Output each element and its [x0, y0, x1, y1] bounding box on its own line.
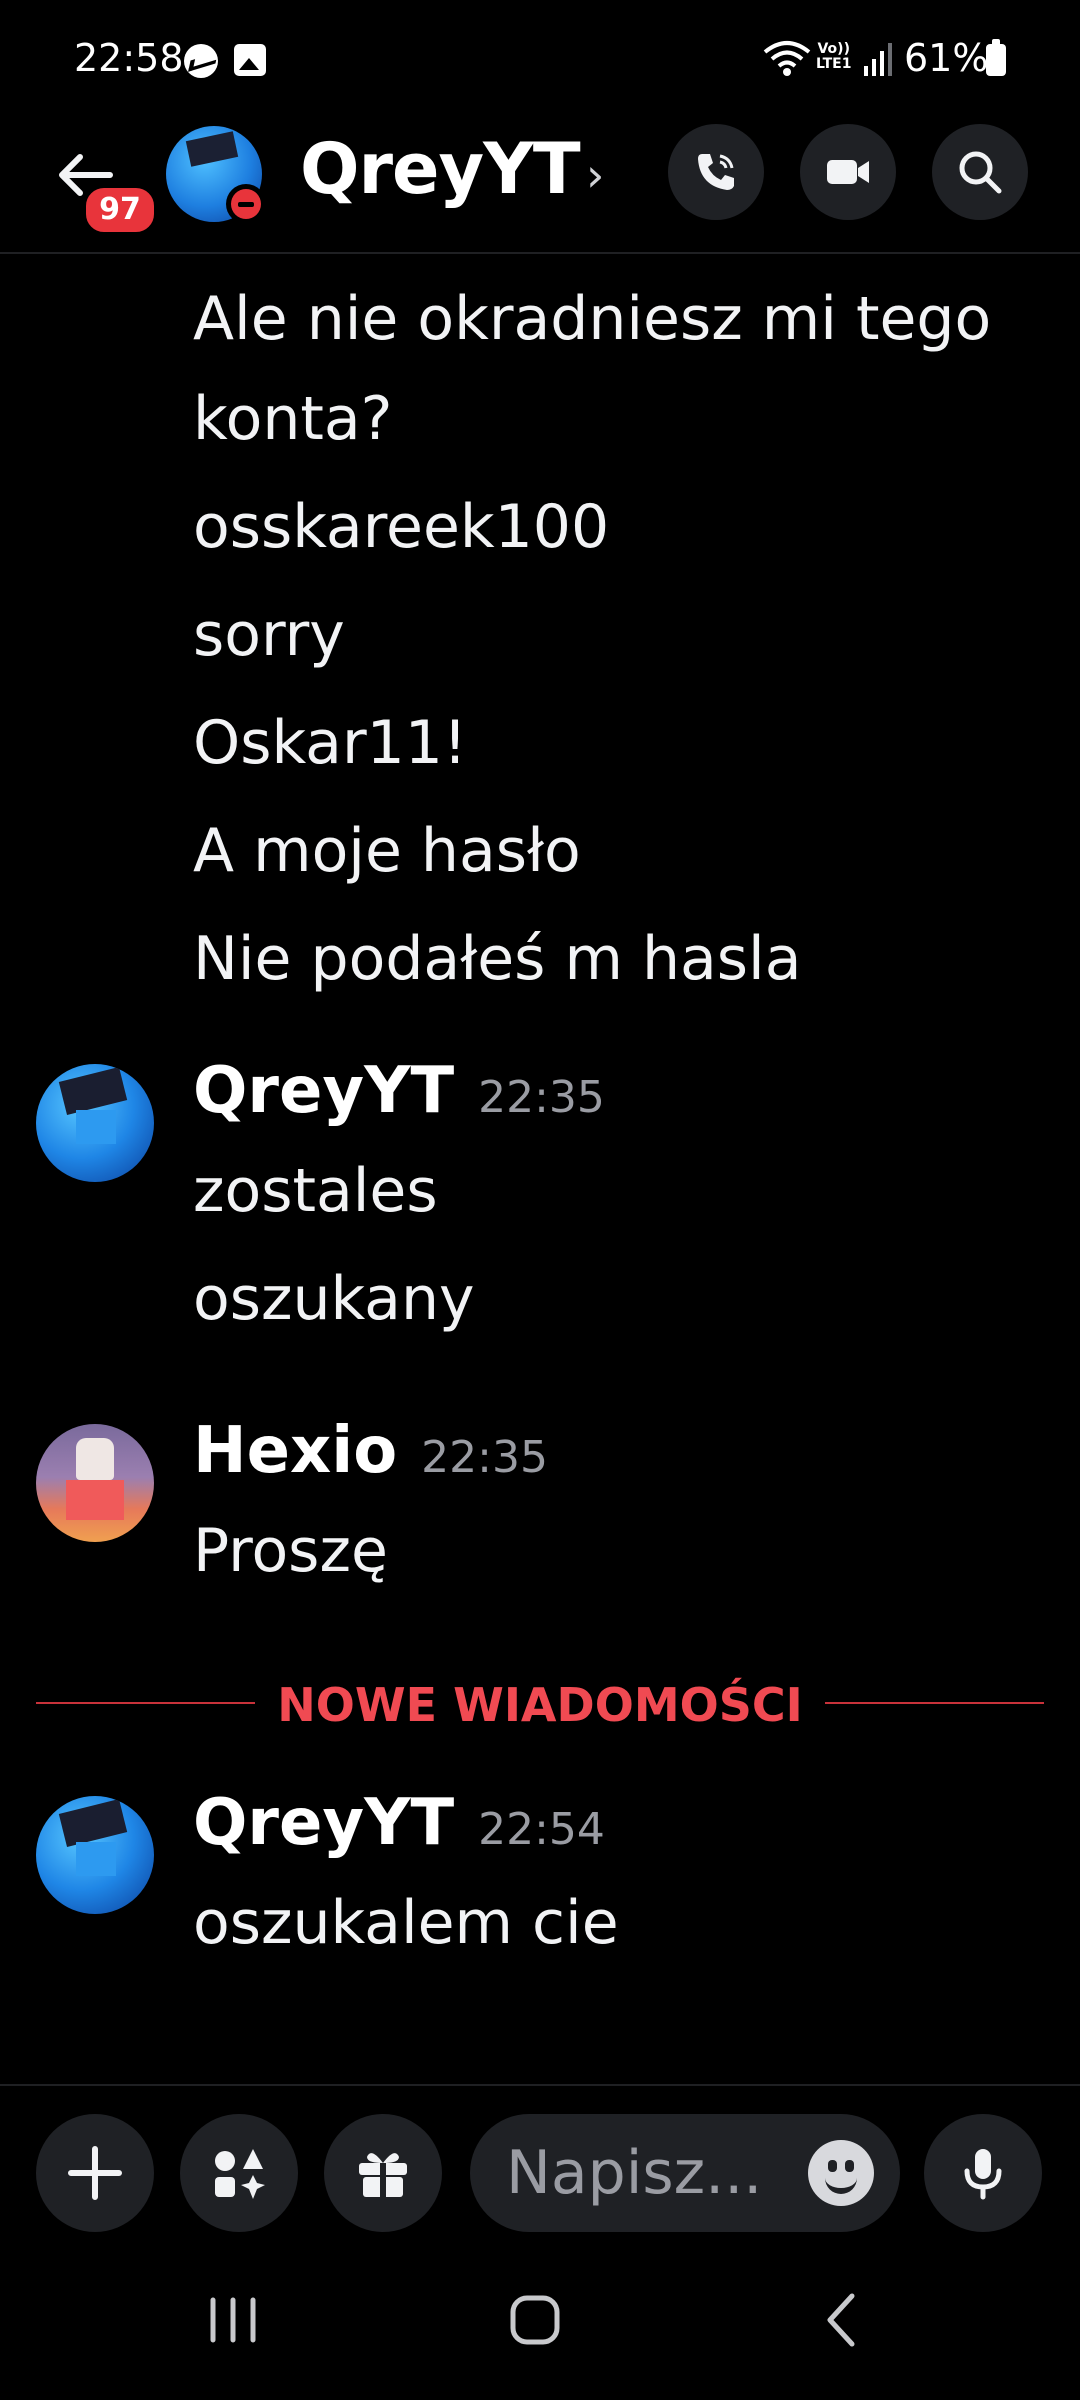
call-icon — [698, 154, 734, 190]
message-line: oszukany — [193, 1264, 475, 1334]
message-author[interactable]: Hexio 22:35 — [193, 1414, 548, 1488]
message-timestamp: 22:35 — [478, 1072, 605, 1123]
avatar[interactable] — [36, 1064, 154, 1182]
message-author[interactable]: QreyYT 22:35 — [193, 1054, 605, 1128]
avatar[interactable] — [36, 1796, 154, 1914]
voice-call-button[interactable] — [668, 124, 764, 220]
chat-header: 97 QreyYT › — [0, 120, 1080, 254]
message-timestamp: 22:35 — [421, 1432, 548, 1483]
apps-button[interactable] — [180, 2114, 298, 2232]
gift-button[interactable] — [324, 2114, 442, 2232]
message-line: A moje hasło — [193, 816, 581, 886]
recent-apps-icon[interactable] — [188, 2280, 278, 2360]
unread-badge: 97 — [82, 184, 158, 236]
home-icon[interactable] — [490, 2280, 580, 2360]
apps-icon — [215, 2149, 265, 2199]
dnd-status-icon — [226, 184, 266, 224]
microphone-icon — [964, 2149, 1002, 2200]
video-icon — [827, 160, 869, 184]
search-icon — [959, 151, 1002, 194]
voice-message-button[interactable] — [924, 2114, 1042, 2232]
avatar[interactable] — [36, 1424, 154, 1542]
message-input[interactable]: Napisz... — [470, 2114, 900, 2232]
message-line: zostales — [193, 1156, 438, 1226]
message-line: osskareek100 — [193, 492, 610, 562]
add-attachment-button[interactable] — [36, 2114, 154, 2232]
message-line: Oskar11! — [193, 708, 468, 778]
status-time: 22:58 — [74, 36, 184, 80]
volte-indicator: Vo)) LTE1 — [816, 41, 852, 72]
message-line: sorry — [193, 600, 345, 670]
wifi-icon — [763, 41, 811, 76]
battery-percent: 61% — [904, 36, 989, 80]
message-timestamp: 22:54 — [478, 1804, 605, 1855]
chevron-right-icon[interactable]: › — [586, 148, 604, 202]
message-input-placeholder: Napisz... — [506, 2138, 763, 2208]
message-list[interactable]: Ale nie okradniesz mi tego konta? osskar… — [0, 254, 1080, 2084]
new-messages-divider: NOWE WIADOMOŚCI — [36, 1678, 1044, 1732]
contact-name[interactable]: QreyYT — [300, 128, 581, 210]
message-line: Proszę — [193, 1516, 388, 1586]
plus-icon — [68, 2146, 122, 2200]
message-line: Nie podałeś m hasla — [193, 924, 802, 994]
message-line: konta? — [193, 384, 393, 454]
message-line: Ale nie okradniesz mi tego — [193, 284, 992, 354]
status-bar: 22:58 Vo)) LTE1 61% — [0, 0, 1080, 120]
messenger-icon — [184, 44, 218, 78]
video-call-button[interactable] — [800, 124, 896, 220]
search-button[interactable] — [932, 124, 1028, 220]
gallery-icon — [234, 44, 266, 76]
emoji-icon[interactable] — [808, 2140, 874, 2206]
message-author[interactable]: QreyYT 22:54 — [193, 1786, 605, 1860]
message-composer: Napisz... — [0, 2084, 1080, 2232]
gift-icon — [359, 2153, 407, 2197]
battery-icon — [986, 39, 1006, 76]
message-line: oszukalem cie — [193, 1888, 619, 1958]
signal-icon — [864, 43, 892, 76]
system-nav-bar — [0, 2240, 1080, 2400]
back-nav-icon[interactable] — [796, 2280, 886, 2360]
